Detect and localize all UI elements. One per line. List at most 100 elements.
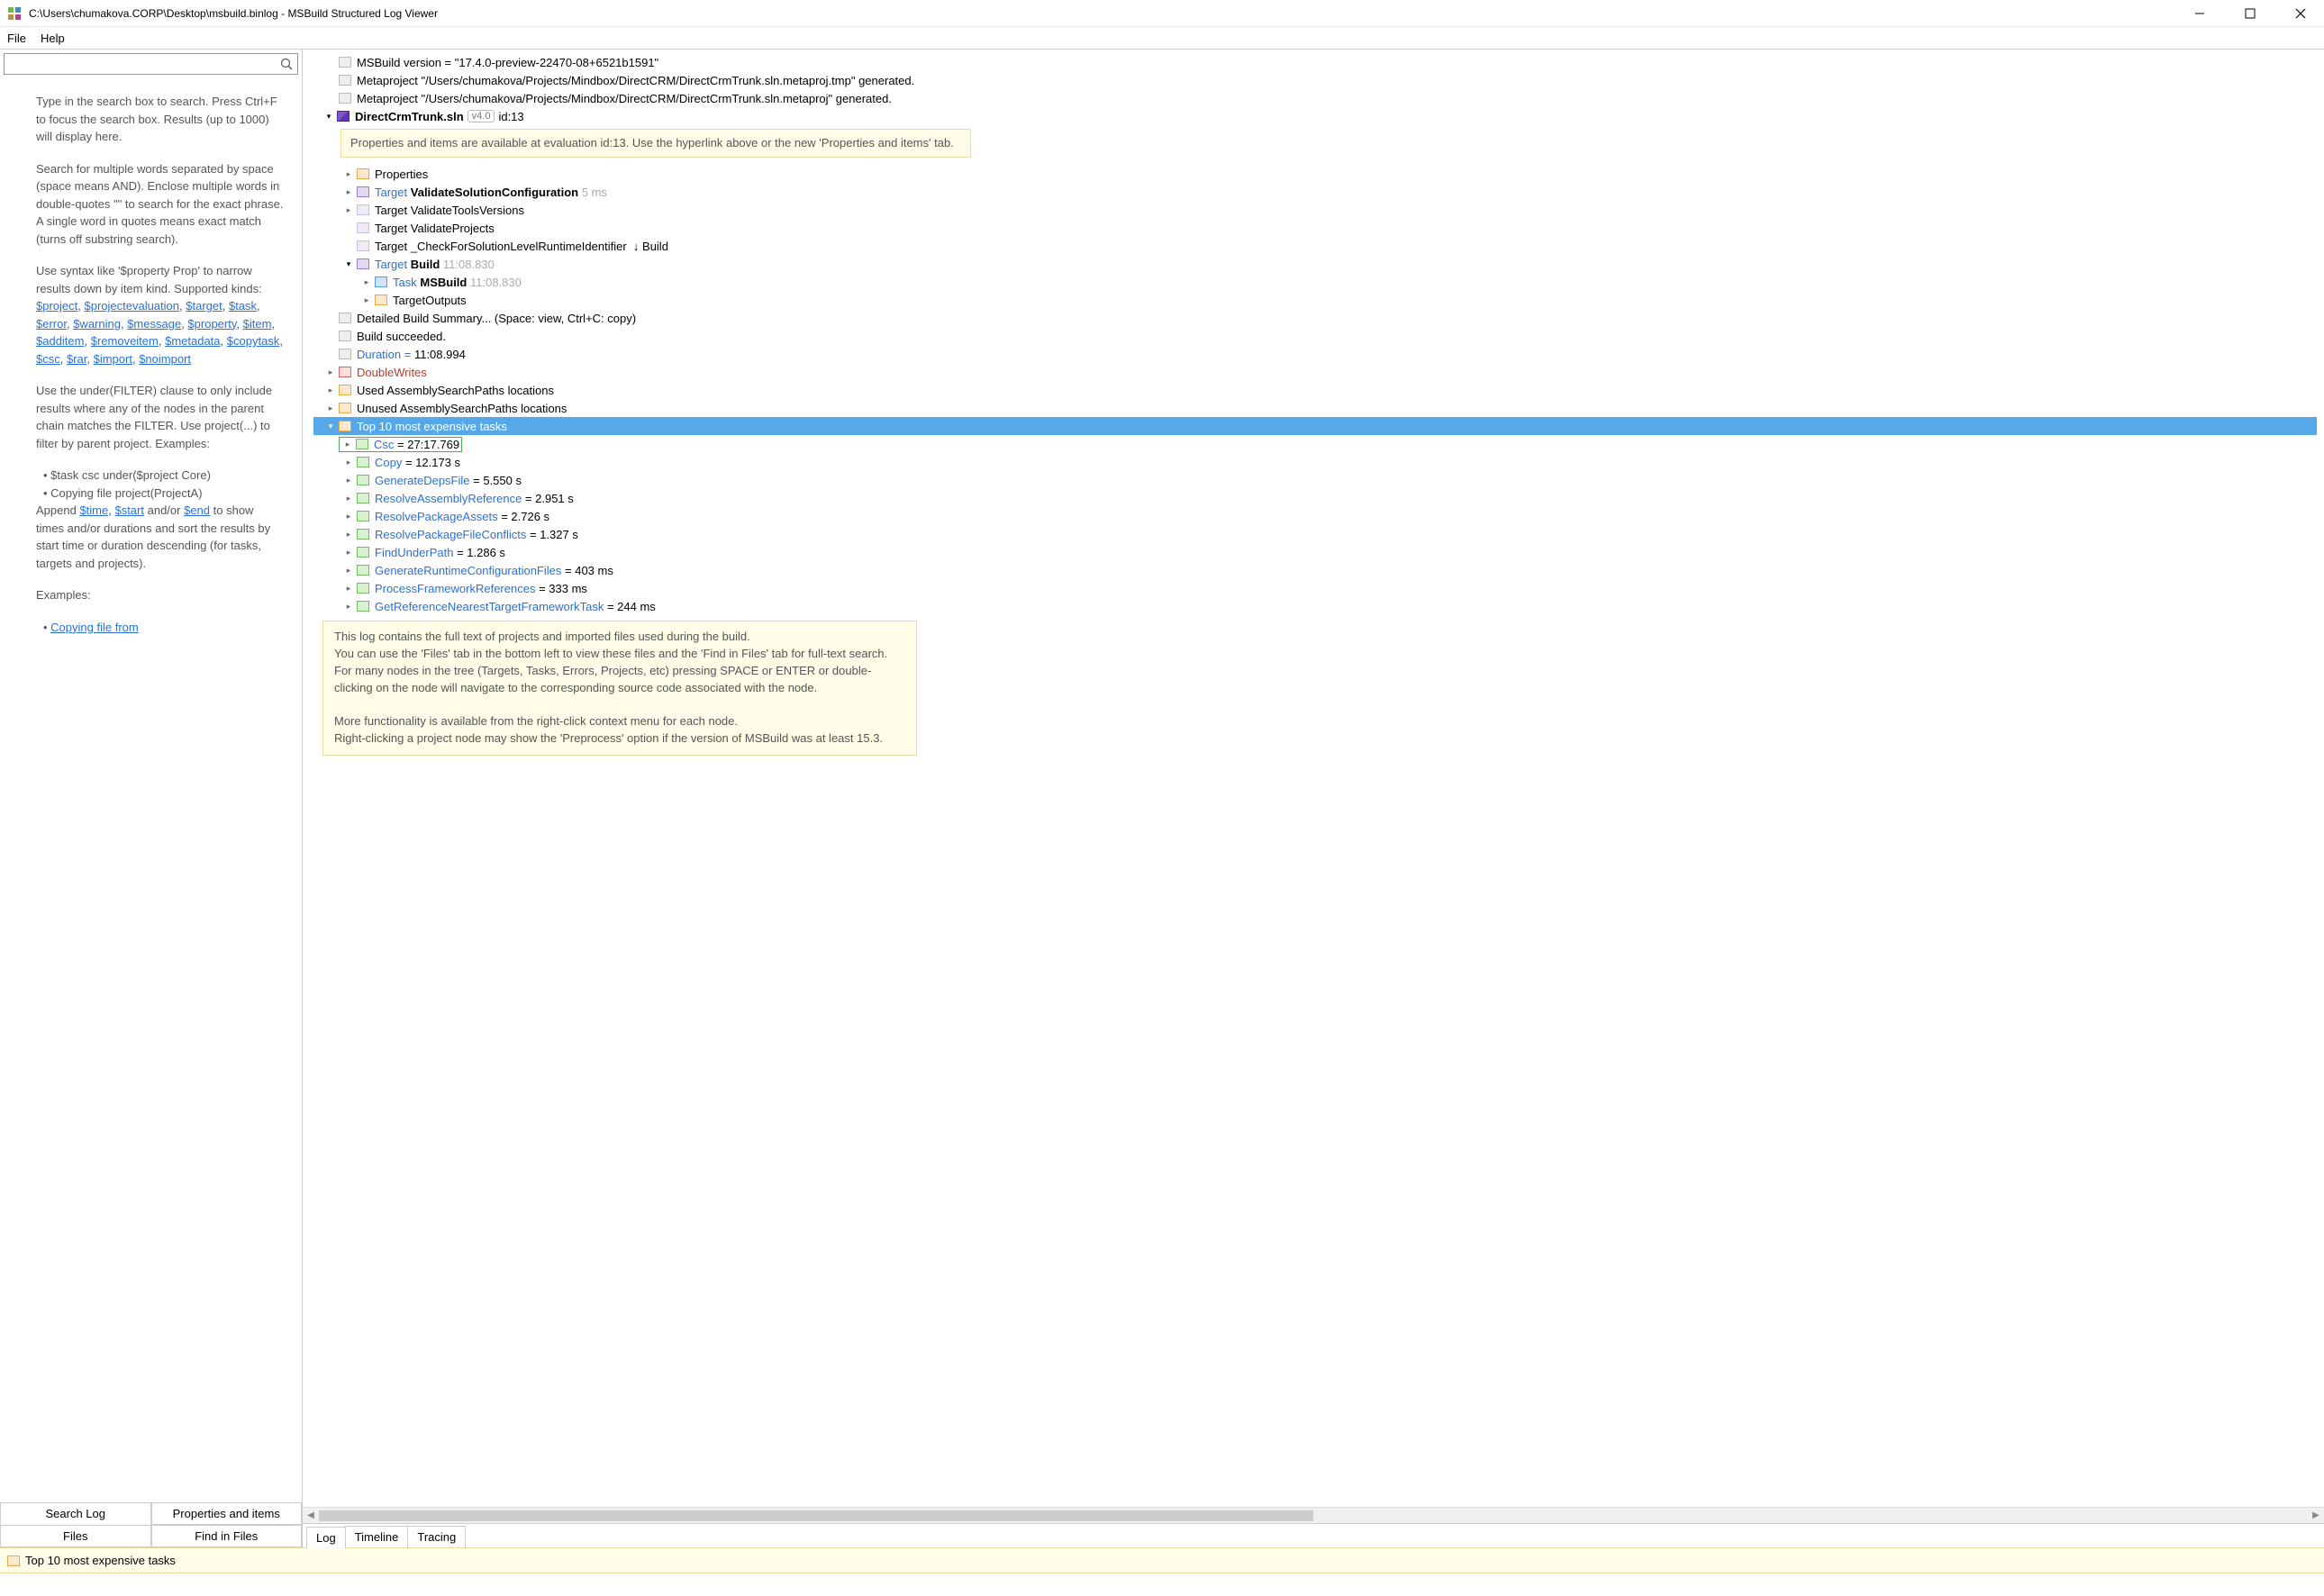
tree-task-row[interactable]: ▸GenerateDepsFile = 5.550 s: [313, 471, 2317, 489]
menu-help[interactable]: Help: [41, 32, 65, 45]
search-input[interactable]: [5, 58, 276, 71]
expander-icon[interactable]: ▸: [342, 492, 355, 504]
tree-target-vsc[interactable]: ▸ Target ValidateSolutionConfiguration 5…: [313, 183, 2317, 201]
link-kind-metadata[interactable]: $metadata: [165, 334, 220, 348]
link-kind-error[interactable]: $error: [36, 317, 67, 331]
link-kind-removeitem[interactable]: $removeitem: [91, 334, 159, 348]
left-tabs: Search Log Properties and items Files Fi…: [0, 1502, 302, 1547]
folder-icon: [339, 367, 351, 377]
link-kind-projectevaluation[interactable]: $projectevaluation: [84, 299, 179, 313]
tree-line-metaproj2[interactable]: Metaproject "/Users/chumakova/Projects/M…: [313, 89, 2317, 107]
scroll-right-arrow[interactable]: ▶: [2308, 1510, 2324, 1520]
link-kind-task[interactable]: $task: [229, 299, 257, 313]
tree-top10-selected[interactable]: ▾ Top 10 most expensive tasks: [313, 417, 2317, 435]
tree-task-csc[interactable]: ▸ Csc = 27:17.769: [313, 435, 2317, 453]
tree-task-row[interactable]: ▸ProcessFrameworkReferences = 333 ms: [313, 579, 2317, 597]
link-kind-additem[interactable]: $additem: [36, 334, 84, 348]
tree-task-row[interactable]: ▸ResolvePackageAssets = 2.726 s: [313, 507, 2317, 525]
tree-properties[interactable]: ▸ Properties: [313, 165, 2317, 183]
minimize-button[interactable]: [2183, 3, 2216, 24]
expander-icon[interactable]: ▸: [342, 204, 355, 216]
tab-files[interactable]: Files: [0, 1525, 151, 1547]
tab-props-items[interactable]: Properties and items: [151, 1502, 303, 1525]
right-panel: MSBuild version = "17.4.0-preview-22470-…: [303, 50, 2324, 1547]
tree-task-row[interactable]: ▸ResolvePackageFileConflicts = 1.327 s: [313, 525, 2317, 543]
scroll-thumb[interactable]: [319, 1510, 1313, 1521]
tree-project-sln[interactable]: ▾ DirectCrmTrunk.sln v4.0 id:13: [313, 107, 2317, 125]
maximize-button[interactable]: [2234, 3, 2266, 24]
folder-icon: [339, 403, 351, 413]
expander-icon[interactable]: ▸: [342, 546, 355, 558]
tree-duration[interactable]: Duration = 11:08.994: [313, 345, 2317, 363]
expander-icon[interactable]: ▸: [341, 438, 354, 450]
link-kind-noimport[interactable]: $noimport: [139, 352, 191, 366]
expander-icon[interactable]: ▾: [322, 110, 335, 122]
help-pane[interactable]: Type in the search box to search. Press …: [0, 78, 302, 1502]
tree-view[interactable]: MSBuild version = "17.4.0-preview-22470-…: [303, 50, 2324, 1507]
link-example-copying[interactable]: Copying file from: [50, 621, 139, 634]
expander-icon[interactable]: ▸: [342, 600, 355, 612]
tab-tracing[interactable]: Tracing: [407, 1526, 466, 1547]
tree-doublewrites[interactable]: ▸ DoubleWrites: [313, 363, 2317, 381]
expander-icon[interactable]: ▸: [342, 474, 355, 486]
tree-target-outputs[interactable]: ▸ TargetOutputs: [313, 291, 2317, 309]
tree-target-vtv[interactable]: ▸ Target ValidateToolsVersions: [313, 201, 2317, 219]
link-kind-message[interactable]: $message: [127, 317, 181, 331]
link-kind-csc[interactable]: $csc: [36, 352, 60, 366]
expander-icon[interactable]: ▸: [324, 384, 337, 396]
tree-line-metaproj1[interactable]: Metaproject "/Users/chumakova/Projects/M…: [313, 71, 2317, 89]
tree-used-asm[interactable]: ▸ Used AssemblySearchPaths locations: [313, 381, 2317, 399]
link-kind-project[interactable]: $project: [36, 299, 77, 313]
tree-task-row[interactable]: ▸GetReferenceNearestTargetFrameworkTask …: [313, 597, 2317, 615]
tree-target-build[interactable]: ▾ Target Build 11:08.830: [313, 255, 2317, 273]
expander-icon[interactable]: ▸: [360, 276, 373, 288]
app-icon: [7, 6, 22, 21]
link-kind-property[interactable]: $property: [187, 317, 236, 331]
link-kind-warning[interactable]: $warning: [73, 317, 121, 331]
tree-task-row[interactable]: ▸Copy = 12.173 s: [313, 453, 2317, 471]
expander-icon[interactable]: ▸: [342, 168, 355, 180]
close-button[interactable]: [2284, 3, 2317, 24]
link-time[interactable]: $time: [79, 503, 108, 517]
link-kind-item[interactable]: $item: [243, 317, 272, 331]
tree-target-vp[interactable]: Target ValidateProjects: [313, 219, 2317, 237]
expander-icon[interactable]: ▸: [360, 294, 373, 306]
menu-file[interactable]: File: [7, 32, 26, 45]
link-kind-import[interactable]: $import: [94, 352, 132, 366]
expander-icon[interactable]: ▸: [342, 528, 355, 540]
tree-succeeded[interactable]: Build succeeded.: [313, 327, 2317, 345]
tree-detailed-summary[interactable]: Detailed Build Summary... (Space: view, …: [313, 309, 2317, 327]
expander-icon[interactable]: ▸: [342, 564, 355, 576]
expander-icon[interactable]: ▸: [342, 510, 355, 522]
tree-unused-asm[interactable]: ▸ Unused AssemblySearchPaths locations: [313, 399, 2317, 417]
tab-search-log[interactable]: Search Log: [0, 1502, 151, 1525]
expander-icon[interactable]: ▸: [342, 456, 355, 468]
folder-icon: [357, 475, 369, 485]
tab-timeline[interactable]: Timeline: [345, 1526, 409, 1547]
folder-icon: [357, 529, 369, 540]
link-start[interactable]: $start: [114, 503, 144, 517]
tab-log[interactable]: Log: [306, 1527, 346, 1548]
expander-icon[interactable]: ▸: [324, 402, 337, 414]
link-kind-rar[interactable]: $rar: [67, 352, 86, 366]
expander-icon[interactable]: ▾: [342, 258, 355, 270]
expander-icon[interactable]: ▸: [324, 366, 337, 378]
link-kind-target[interactable]: $target: [186, 299, 222, 313]
tree-task-row[interactable]: ▸GenerateRuntimeConfigurationFiles = 403…: [313, 561, 2317, 579]
search-button[interactable]: [276, 53, 297, 75]
tab-find-files[interactable]: Find in Files: [151, 1525, 303, 1547]
tree-line-version[interactable]: MSBuild version = "17.4.0-preview-22470-…: [313, 53, 2317, 71]
folder-icon: [357, 168, 369, 179]
link-end[interactable]: $end: [184, 503, 210, 517]
tree-target-check[interactable]: Target _CheckForSolutionLevelRuntimeIden…: [313, 237, 2317, 255]
tree-task-msbuild[interactable]: ▸ Task MSBuild 11:08.830: [313, 273, 2317, 291]
expander-icon[interactable]: ▸: [342, 582, 355, 594]
scroll-left-arrow[interactable]: ◀: [303, 1510, 319, 1520]
link-kind-copytask[interactable]: $copytask: [227, 334, 280, 348]
horizontal-scrollbar[interactable]: ◀ ▶: [303, 1507, 2324, 1523]
help-p4: Use the under(FILTER) clause to only inc…: [36, 382, 284, 452]
tree-task-row[interactable]: ▸ResolveAssemblyReference = 2.951 s: [313, 489, 2317, 507]
expander-icon[interactable]: ▸: [342, 186, 355, 198]
expander-icon[interactable]: ▾: [324, 420, 337, 432]
tree-task-row[interactable]: ▸FindUnderPath = 1.286 s: [313, 543, 2317, 561]
